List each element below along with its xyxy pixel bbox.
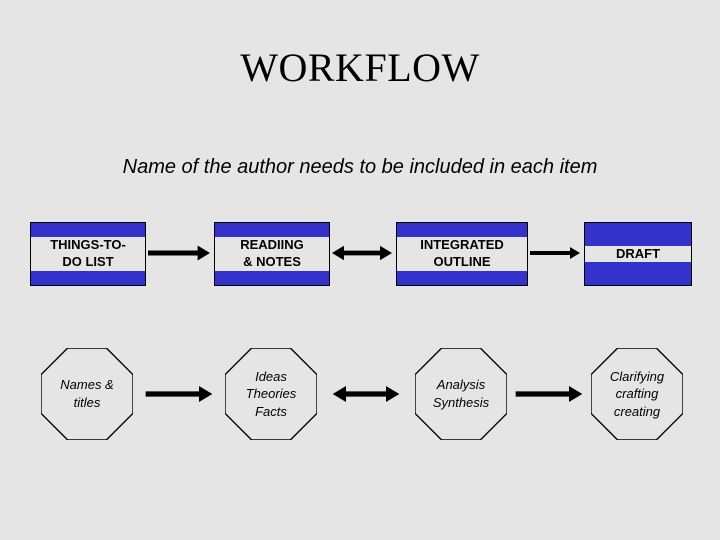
slide-subtitle: Name of the author needs to be included …: [0, 156, 720, 179]
arrow-right-icon: [148, 245, 210, 261]
slide: WORKFLOW Name of the author needs to be …: [0, 0, 720, 540]
arrow-right-icon: [137, 386, 221, 402]
octagon-label: Ideas Theories Facts: [225, 348, 317, 440]
octagon-label: Analysis Synthesis: [415, 348, 507, 440]
octagon-label: Clarifying crafting creating: [591, 348, 683, 440]
arrow-right-icon: [511, 386, 587, 402]
octagon-analysis-synthesis: Analysis Synthesis: [415, 348, 507, 440]
octagon-label: Names & titles: [41, 348, 133, 440]
octagon-names-titles: Names & titles: [41, 348, 133, 440]
box-reading-notes: READIING & NOTES: [214, 222, 330, 286]
arrow-right-icon: [530, 245, 580, 261]
octagon-clarifying-crafting-creating: Clarifying crafting creating: [591, 348, 683, 440]
box-integrated-outline: INTEGRATED OUTLINE: [396, 222, 528, 286]
box-things-to-do: THINGS-TO- DO LIST: [30, 222, 146, 286]
box-label: INTEGRATED OUTLINE: [397, 237, 527, 271]
box-draft: DRAFT: [584, 222, 692, 286]
box-label: THINGS-TO- DO LIST: [31, 237, 145, 271]
arrow-double-icon: [332, 245, 392, 261]
slide-title: WORKFLOW: [0, 44, 720, 91]
box-label: READIING & NOTES: [215, 237, 329, 271]
box-label: DRAFT: [585, 246, 691, 263]
arrow-double-icon: [321, 386, 411, 402]
octagon-ideas-theories-facts: Ideas Theories Facts: [225, 348, 317, 440]
